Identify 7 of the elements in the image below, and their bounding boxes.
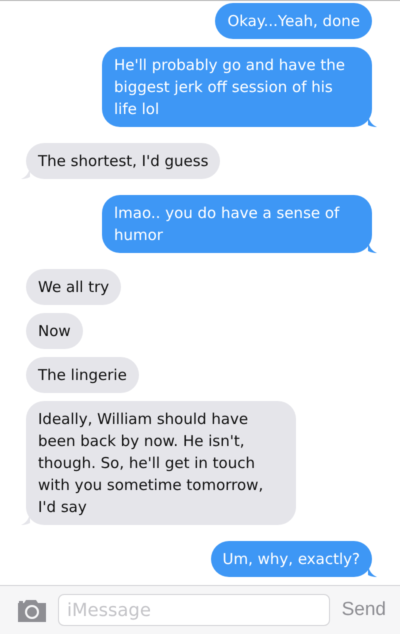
- message-bubble: The lingerie: [26, 357, 139, 393]
- camera-icon[interactable]: [16, 598, 48, 622]
- message-field[interactable]: iMessage: [58, 594, 330, 626]
- send-button[interactable]: Send: [340, 599, 388, 621]
- message-bubble: We all try: [26, 269, 122, 305]
- message-bubble: Okay...Yeah, done: [215, 3, 372, 39]
- message-bubble: Now: [26, 313, 83, 349]
